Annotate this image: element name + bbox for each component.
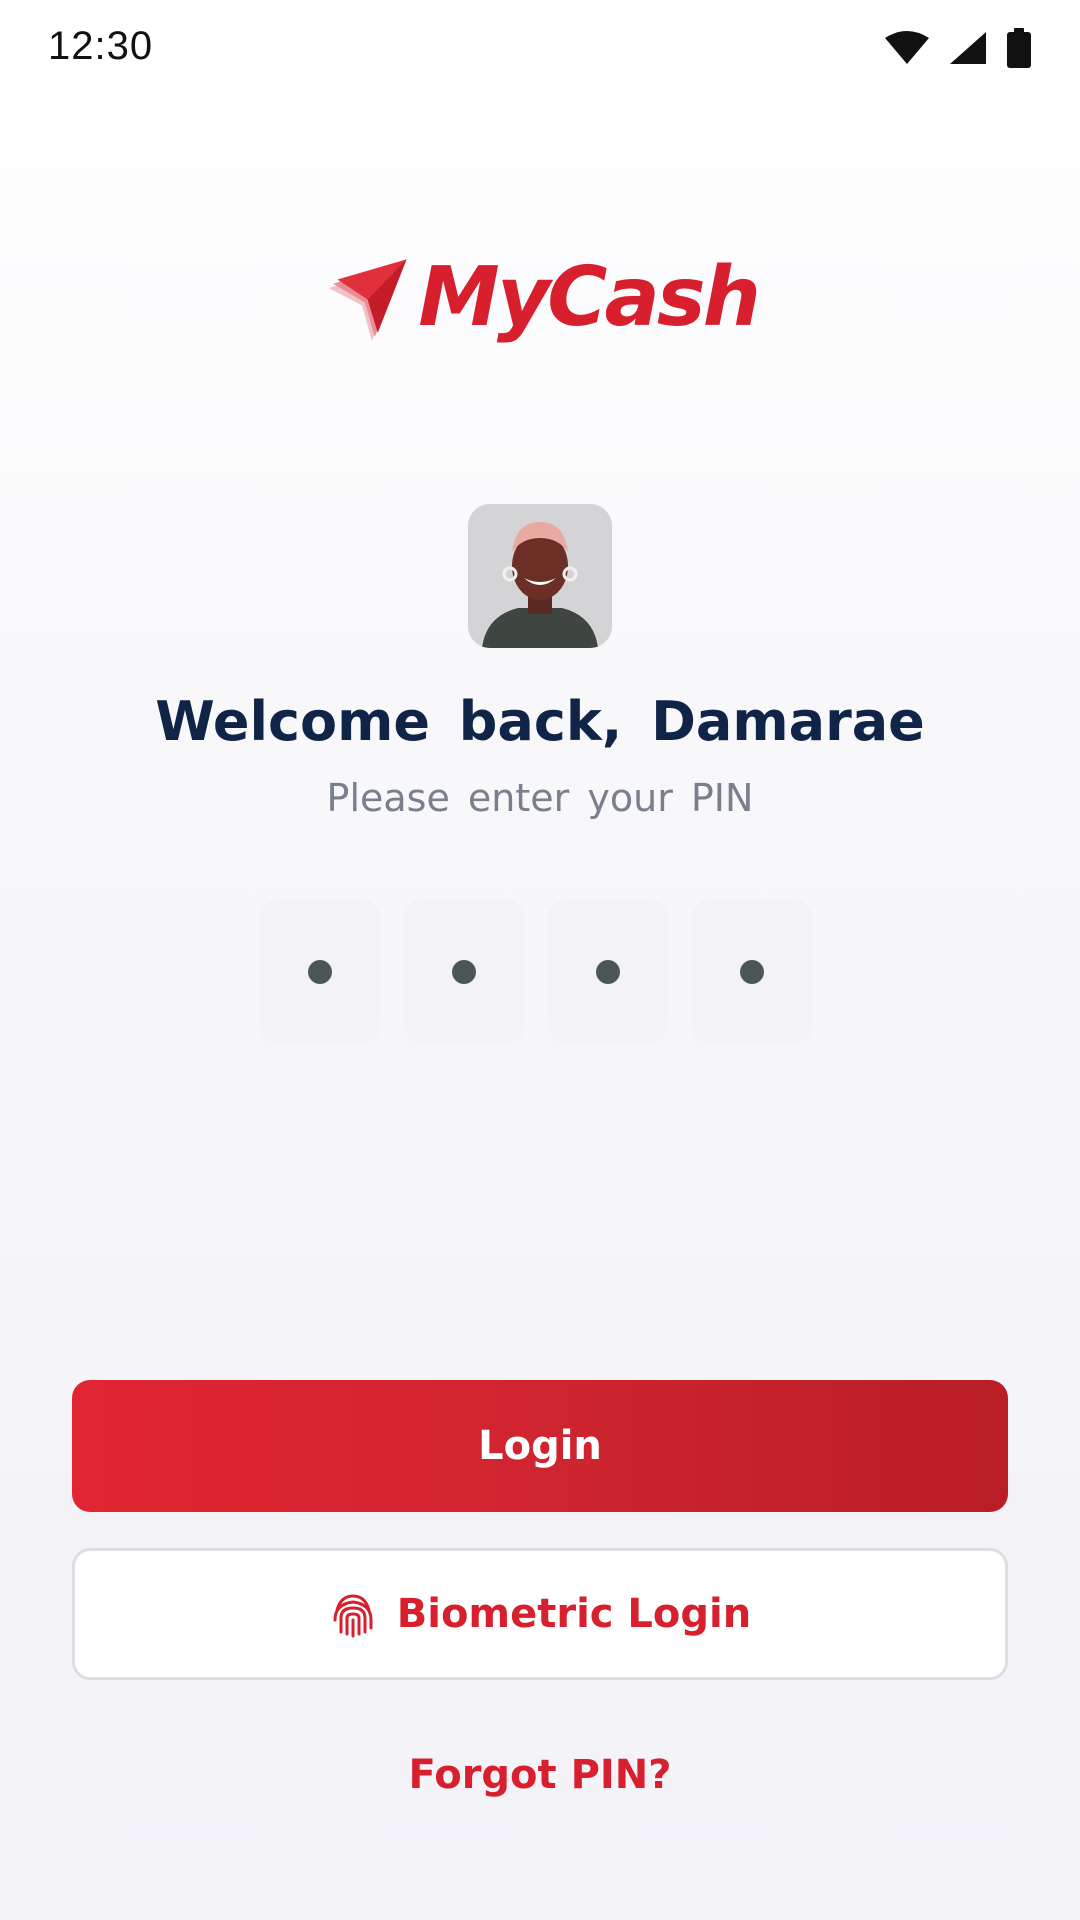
avatar [468,504,612,648]
paper-plane-icon [328,259,407,342]
pin-digit-box[interactable] [548,900,668,1044]
biometric-login-label: Biometric Login [396,1591,752,1637]
forgot-pin-link[interactable]: Forgot PIN? [0,1752,1080,1798]
pin-digit-box[interactable] [692,900,812,1044]
pin-dot [596,960,620,984]
pin-dot [740,960,764,984]
login-button[interactable]: Login [72,1380,1008,1512]
battery-icon [1007,28,1031,68]
pin-dot [452,960,476,984]
pin-dot [308,960,332,984]
pin-prompt: Please enter your PIN [326,776,754,820]
status-time: 12:30 [48,24,154,68]
biometric-login-button[interactable]: Biometric Login [72,1548,1008,1680]
fingerprint-icon [333,1594,373,1638]
brand-logo: MyCash [326,236,761,366]
pin-digit-box[interactable] [260,900,380,1044]
pin-digit-box[interactable] [404,900,524,1044]
user-avatar-photo [468,504,612,648]
status-bar: 12:30 [0,0,1080,96]
wifi-icon [885,31,929,64]
pin-input[interactable] [260,900,820,1044]
brand-name: MyCash [418,249,761,345]
status-icons [884,28,1032,68]
welcome-heading: Welcome back, Damarae [155,690,925,753]
login-button-label: Login [478,1423,602,1469]
signal-icon [950,32,986,64]
